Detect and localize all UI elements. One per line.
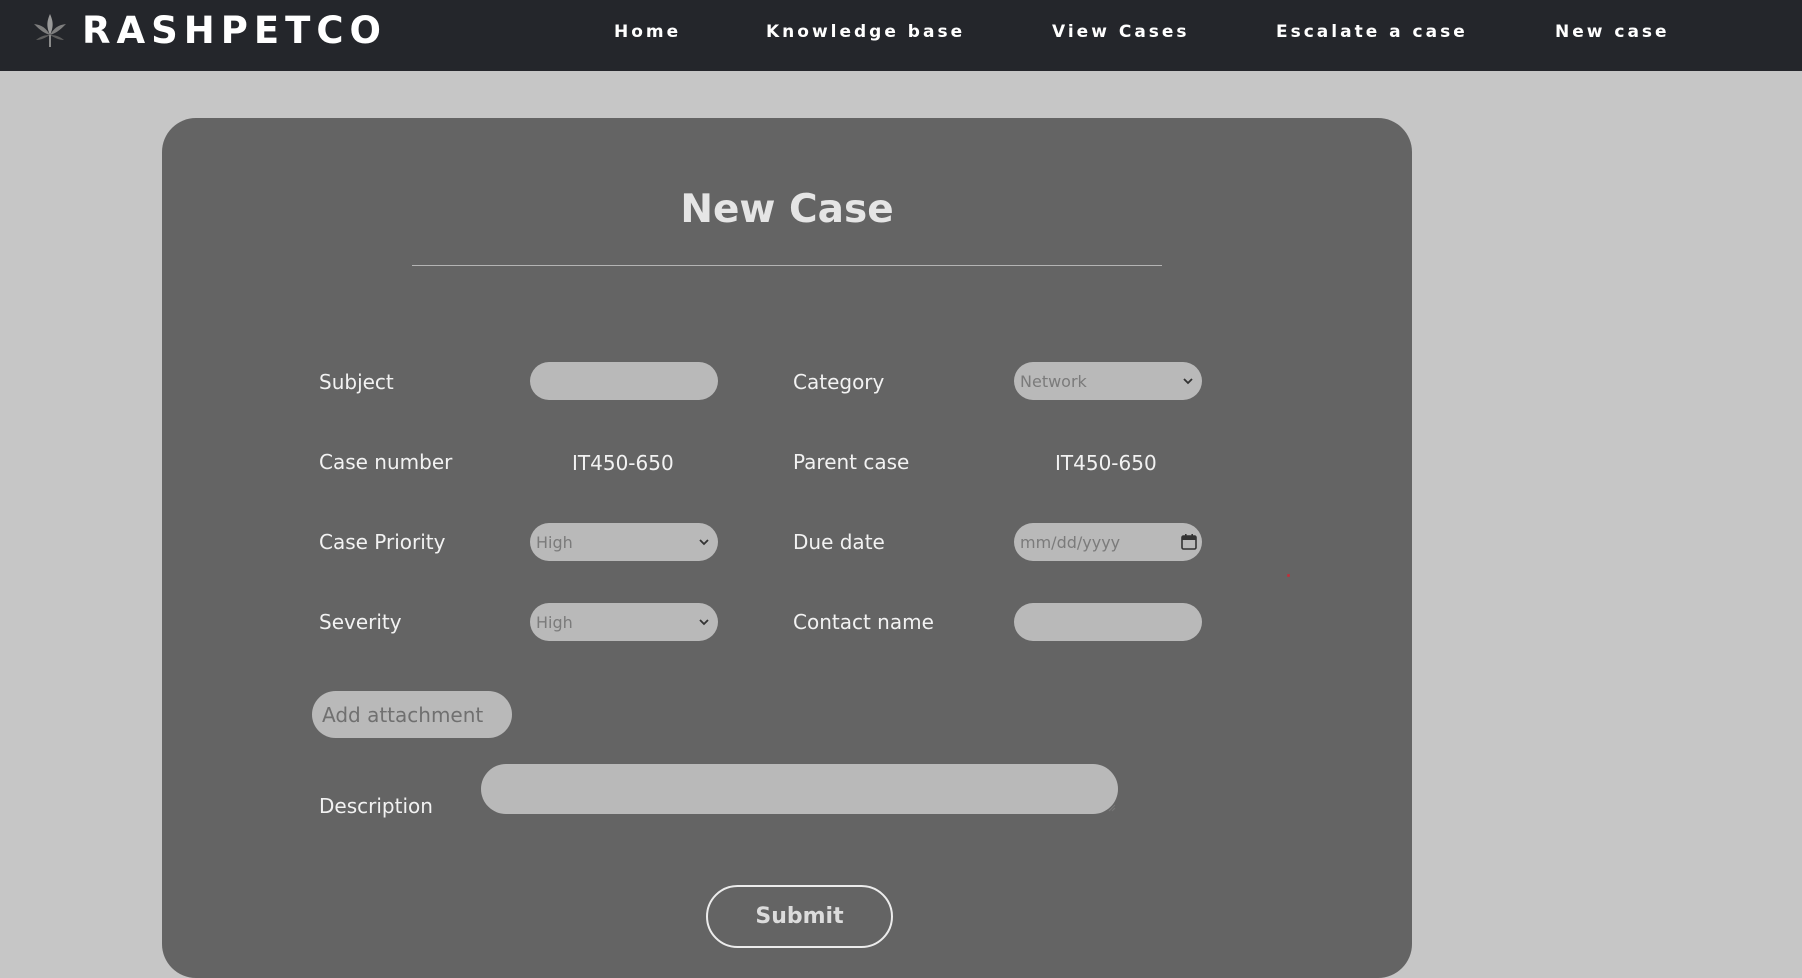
top-navbar: RASHPETCO Home Knowledge base View Cases… bbox=[0, 0, 1802, 71]
case-number-label: Case number bbox=[319, 450, 453, 474]
nav-link-knowledge-base[interactable]: Knowledge base bbox=[766, 22, 965, 42]
due-date-placeholder: mm/dd/yyyy bbox=[1020, 532, 1121, 552]
new-case-form: New Case Subject Category Network Case n… bbox=[162, 118, 1412, 978]
case-priority-selected-value: High bbox=[536, 532, 573, 552]
case-number-value: IT450-650 bbox=[572, 451, 674, 475]
category-selected-value: Network bbox=[1020, 371, 1087, 391]
title-divider bbox=[412, 265, 1162, 266]
due-date-label: Due date bbox=[793, 530, 885, 554]
stray-red-dot bbox=[1287, 574, 1290, 577]
nav-link-escalate-case[interactable]: Escalate a case bbox=[1276, 22, 1468, 42]
resize-grip-icon[interactable] bbox=[1106, 802, 1116, 812]
calendar-icon[interactable] bbox=[1180, 533, 1198, 551]
parent-case-value: IT450-650 bbox=[1055, 451, 1157, 475]
chevron-down-icon bbox=[699, 619, 709, 626]
nav-link-view-cases[interactable]: View Cases bbox=[1052, 22, 1190, 42]
severity-select[interactable]: High bbox=[530, 603, 718, 641]
brand-name: RASHPETCO bbox=[82, 9, 387, 52]
severity-label: Severity bbox=[319, 610, 402, 634]
contact-name-input[interactable] bbox=[1014, 603, 1202, 641]
description-textarea[interactable] bbox=[481, 764, 1118, 814]
submit-button[interactable]: Submit bbox=[706, 885, 893, 948]
chevron-down-icon bbox=[699, 539, 709, 546]
subject-label: Subject bbox=[319, 370, 394, 394]
form-title: New Case bbox=[680, 187, 894, 232]
case-priority-label: Case Priority bbox=[319, 530, 446, 554]
due-date-input[interactable]: mm/dd/yyyy bbox=[1014, 523, 1202, 561]
category-select[interactable]: Network bbox=[1014, 362, 1202, 400]
description-label: Description bbox=[319, 794, 433, 818]
chevron-down-icon bbox=[1183, 378, 1193, 385]
severity-selected-value: High bbox=[536, 612, 573, 632]
contact-name-label: Contact name bbox=[793, 610, 934, 634]
nav-link-new-case[interactable]: New case bbox=[1555, 22, 1670, 42]
parent-case-label: Parent case bbox=[793, 450, 910, 474]
subject-input[interactable] bbox=[530, 362, 718, 400]
add-attachment-button[interactable]: Add attachment bbox=[312, 691, 512, 738]
category-label: Category bbox=[793, 370, 885, 394]
nav-link-home[interactable]: Home bbox=[614, 22, 681, 42]
brand[interactable]: RASHPETCO bbox=[30, 10, 387, 52]
case-priority-select[interactable]: High bbox=[530, 523, 718, 561]
flame-leaf-icon bbox=[34, 14, 66, 47]
